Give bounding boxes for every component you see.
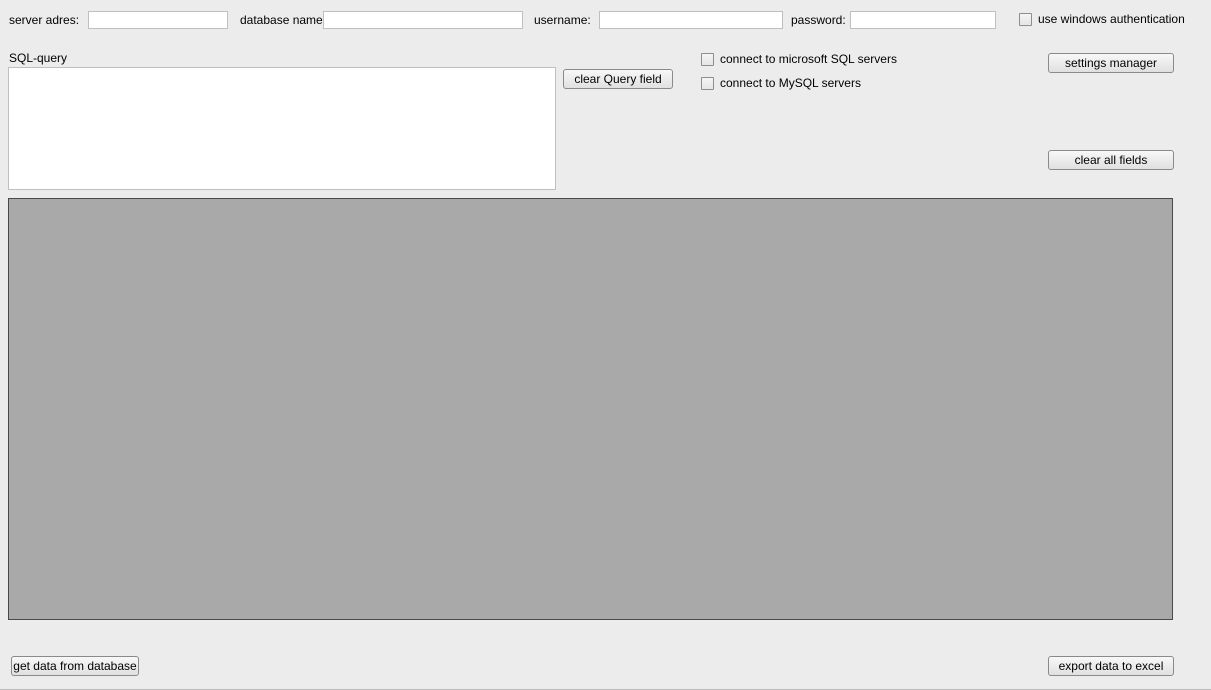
settings-manager-button[interactable]: settings manager <box>1048 53 1174 73</box>
sql-query-label: SQL-query <box>9 51 67 65</box>
connect-mysql-label: connect to MySQL servers <box>720 76 861 90</box>
server-address-label: server adres: <box>9 13 79 27</box>
windows-auth-checkbox[interactable]: use windows authentication <box>1019 12 1185 26</box>
checkbox-icon <box>1019 13 1032 26</box>
username-input[interactable] <box>599 11 783 29</box>
connect-mysql-checkbox[interactable]: connect to MySQL servers <box>701 76 861 90</box>
get-data-button[interactable]: get data from database <box>11 656 139 676</box>
username-label: username: <box>534 13 591 27</box>
windows-auth-label: use windows authentication <box>1038 12 1185 26</box>
checkbox-icon <box>701 53 714 66</box>
password-input[interactable] <box>850 11 996 29</box>
connect-mssql-label: connect to microsoft SQL servers <box>720 52 897 66</box>
results-data-grid[interactable] <box>8 198 1173 620</box>
database-name-label: database name: <box>240 13 326 27</box>
export-excel-button[interactable]: export data to excel <box>1048 656 1174 676</box>
clear-query-button[interactable]: clear Query field <box>563 69 673 89</box>
checkbox-icon <box>701 77 714 90</box>
server-address-input[interactable] <box>88 11 228 29</box>
clear-all-fields-button[interactable]: clear all fields <box>1048 150 1174 170</box>
connect-mssql-checkbox[interactable]: connect to microsoft SQL servers <box>701 52 897 66</box>
password-label: password: <box>791 13 846 27</box>
database-name-input[interactable] <box>323 11 523 29</box>
sql-query-input[interactable] <box>8 67 556 190</box>
